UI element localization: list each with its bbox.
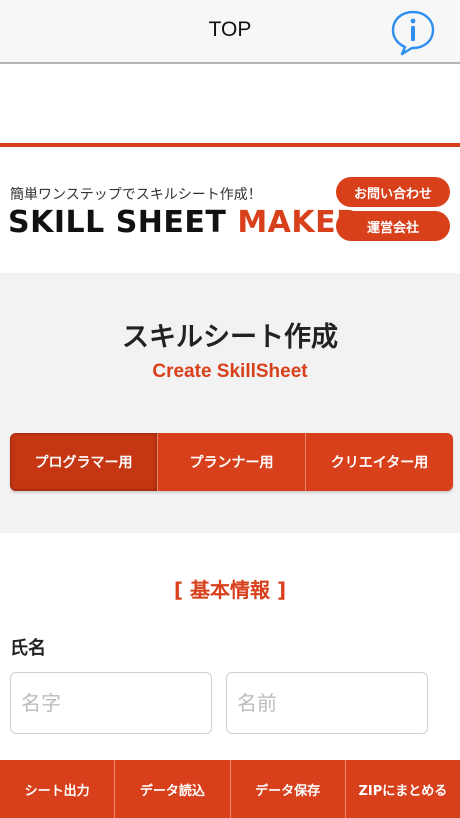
name-label: 氏名 bbox=[10, 638, 46, 659]
create-title: スキルシート作成 bbox=[122, 322, 338, 353]
brand-logo[interactable]: SKILL SHEET MAKER bbox=[8, 205, 360, 240]
tagline: 簡単ワンステップでスキルシート作成！ bbox=[10, 187, 262, 203]
last-name-input[interactable] bbox=[10, 672, 212, 734]
first-name-input[interactable] bbox=[226, 672, 428, 734]
contact-button[interactable]: お問い合わせ bbox=[336, 177, 450, 207]
create-section: スキルシート作成 Create SkillSheet プログラマー用 プランナー… bbox=[0, 273, 460, 533]
zip-button[interactable]: ZIPにまとめる bbox=[346, 760, 460, 818]
info-icon bbox=[391, 10, 435, 56]
company-button[interactable]: 運営会社 bbox=[336, 211, 450, 241]
info-button[interactable] bbox=[388, 8, 438, 56]
save-data-button[interactable]: データ保存 bbox=[231, 760, 346, 818]
site-header: 簡単ワンステップでスキルシート作成！ SKILL SHEET MAKER お問い… bbox=[0, 147, 460, 273]
export-sheet-button[interactable]: シート出力 bbox=[0, 760, 116, 818]
sheet-type-tabs: プログラマー用 プランナー用 クリエイター用 bbox=[10, 433, 453, 491]
tab-programmer[interactable]: プログラマー用 bbox=[10, 433, 158, 491]
tab-planner[interactable]: プランナー用 bbox=[158, 433, 306, 491]
tab-creator[interactable]: クリエイター用 bbox=[306, 433, 453, 491]
basic-info-heading: [ 基本情報 ] bbox=[173, 578, 287, 602]
load-data-button[interactable]: データ読込 bbox=[115, 760, 231, 818]
bottom-action-bar: シート出力 データ読込 データ保存 ZIPにまとめる bbox=[0, 760, 460, 818]
brand-text-skill-sheet: SKILL SHEET bbox=[8, 205, 227, 240]
create-subtitle: Create SkillSheet bbox=[152, 361, 308, 382]
navigation-bar: TOP bbox=[0, 0, 460, 64]
